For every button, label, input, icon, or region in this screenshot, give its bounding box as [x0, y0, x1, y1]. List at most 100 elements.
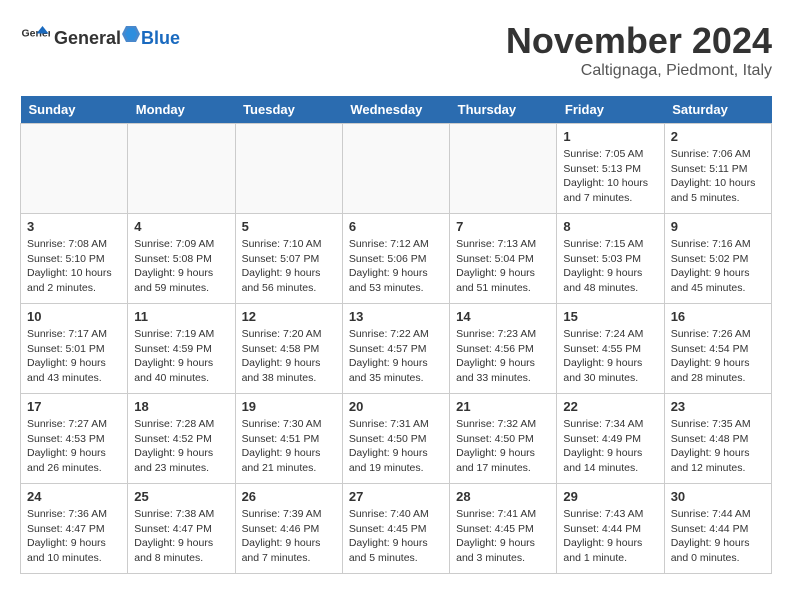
day-info: Sunrise: 7:12 AM Sunset: 5:06 PM Dayligh… — [349, 237, 443, 296]
day-info: Sunrise: 7:10 AM Sunset: 5:07 PM Dayligh… — [242, 237, 336, 296]
day-number: 3 — [27, 219, 121, 234]
calendar-cell: 10 Sunrise: 7:17 AM Sunset: 5:01 PM Dayli… — [21, 304, 128, 394]
calendar-week-3: 10 Sunrise: 7:17 AM Sunset: 5:01 PM Dayli… — [21, 304, 772, 394]
calendar-cell: 14 Sunrise: 7:23 AM Sunset: 4:56 PM Dayli… — [450, 304, 557, 394]
calendar-cell: 23Sunrise: 7:35 AM Sunset: 4:48 PM Dayli… — [664, 394, 771, 484]
day-number: 18 — [134, 399, 228, 414]
day-number: 8 — [563, 219, 657, 234]
day-number: 2 — [671, 129, 765, 144]
day-number: 5 — [242, 219, 336, 234]
day-number: 17 — [27, 399, 121, 414]
day-info: Sunrise: 7:05 AM Sunset: 5:13 PM Dayligh… — [563, 147, 657, 206]
calendar-cell: 12 Sunrise: 7:20 AM Sunset: 4:58 PM Dayli… — [235, 304, 342, 394]
calendar-cell: 30 Sunrise: 7:44 AM Sunset: 4:44 PM Dayli… — [664, 484, 771, 574]
day-info: Sunrise: 7:36 AM Sunset: 4:47 PM Dayligh… — [27, 507, 121, 566]
day-info: Sunrise: 7:44 AM Sunset: 4:44 PM Dayligh… — [671, 507, 765, 566]
day-info: Sunrise: 7:40 AM Sunset: 4:45 PM Dayligh… — [349, 507, 443, 566]
day-info: Sunrise: 7:13 AM Sunset: 5:04 PM Dayligh… — [456, 237, 550, 296]
calendar-cell: 28Sunrise: 7:41 AM Sunset: 4:45 PM Dayli… — [450, 484, 557, 574]
day-info: Sunrise: 7:34 AM Sunset: 4:49 PM Dayligh… — [563, 417, 657, 476]
day-info: Sunrise: 7:30 AM Sunset: 4:51 PM Dayligh… — [242, 417, 336, 476]
day-number: 20 — [349, 399, 443, 414]
calendar-cell — [128, 124, 235, 214]
calendar-cell: 5 Sunrise: 7:10 AM Sunset: 5:07 PM Daylig… — [235, 214, 342, 304]
weekday-header-thursday: Thursday — [450, 96, 557, 124]
day-info: Sunrise: 7:41 AM Sunset: 4:45 PM Dayligh… — [456, 507, 550, 566]
day-number: 21 — [456, 399, 550, 414]
weekday-header-wednesday: Wednesday — [342, 96, 449, 124]
day-info: Sunrise: 7:38 AM Sunset: 4:47 PM Dayligh… — [134, 507, 228, 566]
logo-text-general: General — [54, 28, 121, 49]
calendar-cell: 29 Sunrise: 7:43 AM Sunset: 4:44 PM Dayli… — [557, 484, 664, 574]
logo-wave-icon — [122, 22, 140, 44]
calendar-cell: 15Sunrise: 7:24 AM Sunset: 4:55 PM Dayli… — [557, 304, 664, 394]
day-number: 7 — [456, 219, 550, 234]
page-header: General General Blue November 2024 Calti… — [20, 20, 772, 80]
day-info: Sunrise: 7:16 AM Sunset: 5:02 PM Dayligh… — [671, 237, 765, 296]
calendar-cell: 2 Sunrise: 7:06 AM Sunset: 5:11 PM Daylig… — [664, 124, 771, 214]
day-number: 13 — [349, 309, 443, 324]
calendar-cell: 19 Sunrise: 7:30 AM Sunset: 4:51 PM Dayli… — [235, 394, 342, 484]
day-number: 29 — [563, 489, 657, 504]
day-info: Sunrise: 7:06 AM Sunset: 5:11 PM Dayligh… — [671, 147, 765, 206]
calendar-cell: 17 Sunrise: 7:27 AM Sunset: 4:53 PM Dayli… — [21, 394, 128, 484]
calendar-cell: 21Sunrise: 7:32 AM Sunset: 4:50 PM Dayli… — [450, 394, 557, 484]
day-info: Sunrise: 7:19 AM Sunset: 4:59 PM Dayligh… — [134, 327, 228, 386]
day-number: 24 — [27, 489, 121, 504]
logo-icon: General — [20, 20, 50, 50]
calendar-cell: 9 Sunrise: 7:16 AM Sunset: 5:02 PM Daylig… — [664, 214, 771, 304]
day-info: Sunrise: 7:31 AM Sunset: 4:50 PM Dayligh… — [349, 417, 443, 476]
calendar-cell: 18 Sunrise: 7:28 AM Sunset: 4:52 PM Dayli… — [128, 394, 235, 484]
day-number: 6 — [349, 219, 443, 234]
day-info: Sunrise: 7:22 AM Sunset: 4:57 PM Dayligh… — [349, 327, 443, 386]
day-number: 22 — [563, 399, 657, 414]
month-title: November 2024 — [506, 20, 772, 62]
calendar-week-1: 1Sunrise: 7:05 AM Sunset: 5:13 PM Daylig… — [21, 124, 772, 214]
day-number: 30 — [671, 489, 765, 504]
calendar-cell: 7 Sunrise: 7:13 AM Sunset: 5:04 PM Daylig… — [450, 214, 557, 304]
calendar-cell: 25Sunrise: 7:38 AM Sunset: 4:47 PM Dayli… — [128, 484, 235, 574]
calendar-cell — [342, 124, 449, 214]
calendar-table: SundayMondayTuesdayWednesdayThursdayFrid… — [20, 96, 772, 574]
location-subtitle: Caltignaga, Piedmont, Italy — [506, 62, 772, 80]
logo: General General Blue — [20, 20, 180, 50]
weekday-header-tuesday: Tuesday — [235, 96, 342, 124]
day-info: Sunrise: 7:28 AM Sunset: 4:52 PM Dayligh… — [134, 417, 228, 476]
calendar-cell: 1Sunrise: 7:05 AM Sunset: 5:13 PM Daylig… — [557, 124, 664, 214]
day-number: 10 — [27, 309, 121, 324]
calendar-cell — [21, 124, 128, 214]
day-number: 27 — [349, 489, 443, 504]
day-number: 23 — [671, 399, 765, 414]
day-number: 4 — [134, 219, 228, 234]
day-number: 15 — [563, 309, 657, 324]
calendar-cell: 8 Sunrise: 7:15 AM Sunset: 5:03 PM Daylig… — [557, 214, 664, 304]
day-number: 11 — [134, 309, 228, 324]
day-number: 14 — [456, 309, 550, 324]
day-number: 9 — [671, 219, 765, 234]
day-info: Sunrise: 7:17 AM Sunset: 5:01 PM Dayligh… — [27, 327, 121, 386]
weekday-header-monday: Monday — [128, 96, 235, 124]
calendar-cell: 22 Sunrise: 7:34 AM Sunset: 4:49 PM Dayli… — [557, 394, 664, 484]
weekday-header-sunday: Sunday — [21, 96, 128, 124]
day-info: Sunrise: 7:39 AM Sunset: 4:46 PM Dayligh… — [242, 507, 336, 566]
day-info: Sunrise: 7:26 AM Sunset: 4:54 PM Dayligh… — [671, 327, 765, 386]
day-number: 26 — [242, 489, 336, 504]
day-info: Sunrise: 7:15 AM Sunset: 5:03 PM Dayligh… — [563, 237, 657, 296]
day-info: Sunrise: 7:43 AM Sunset: 4:44 PM Dayligh… — [563, 507, 657, 566]
day-number: 12 — [242, 309, 336, 324]
day-info: Sunrise: 7:23 AM Sunset: 4:56 PM Dayligh… — [456, 327, 550, 386]
day-info: Sunrise: 7:09 AM Sunset: 5:08 PM Dayligh… — [134, 237, 228, 296]
weekday-header-row: SundayMondayTuesdayWednesdayThursdayFrid… — [21, 96, 772, 124]
day-info: Sunrise: 7:20 AM Sunset: 4:58 PM Dayligh… — [242, 327, 336, 386]
calendar-cell: 16Sunrise: 7:26 AM Sunset: 4:54 PM Dayli… — [664, 304, 771, 394]
logo-text-blue: Blue — [141, 28, 180, 49]
calendar-cell: 24 Sunrise: 7:36 AM Sunset: 4:47 PM Dayli… — [21, 484, 128, 574]
weekday-header-saturday: Saturday — [664, 96, 771, 124]
day-number: 19 — [242, 399, 336, 414]
calendar-cell — [235, 124, 342, 214]
calendar-cell: 4 Sunrise: 7:09 AM Sunset: 5:08 PM Daylig… — [128, 214, 235, 304]
day-info: Sunrise: 7:27 AM Sunset: 4:53 PM Dayligh… — [27, 417, 121, 476]
calendar-week-5: 24 Sunrise: 7:36 AM Sunset: 4:47 PM Dayli… — [21, 484, 772, 574]
calendar-cell: 27 Sunrise: 7:40 AM Sunset: 4:45 PM Dayli… — [342, 484, 449, 574]
calendar-week-2: 3Sunrise: 7:08 AM Sunset: 5:10 PM Daylig… — [21, 214, 772, 304]
